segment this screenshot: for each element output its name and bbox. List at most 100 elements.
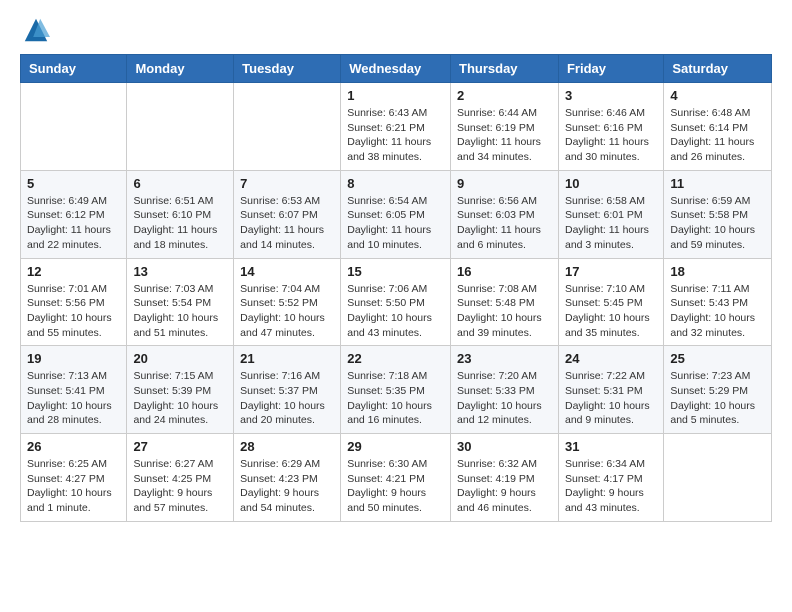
calendar-cell: 31 Sunrise: 6:34 AM Sunset: 4:17 PM Dayli…: [558, 434, 663, 522]
weekday-header: Saturday: [664, 55, 772, 83]
day-info: Sunrise: 6:43 AM Sunset: 6:21 PM Dayligh…: [347, 106, 444, 165]
calendar-cell: 13Sunrise: 7:03 AM Sunset: 5:54 PM Dayli…: [127, 258, 234, 346]
day-number: 28: [240, 439, 334, 454]
calendar-cell: 9 Sunrise: 6:56 AM Sunset: 6:03 PM Daylig…: [451, 170, 559, 258]
calendar-cell: 25 Sunrise: 7:23 AM Sunset: 5:29 PM Dayli…: [664, 346, 772, 434]
calendar-week-row: 19 Sunrise: 7:13 AM Sunset: 5:41 PM Dayli…: [21, 346, 772, 434]
day-info: Sunrise: 6:51 AM Sunset: 6:10 PM Dayligh…: [133, 194, 227, 253]
calendar-cell: 19 Sunrise: 7:13 AM Sunset: 5:41 PM Dayli…: [21, 346, 127, 434]
calendar-header-row: SundayMondayTuesdayWednesdayThursdayFrid…: [21, 55, 772, 83]
day-number: 9: [457, 176, 552, 191]
calendar-cell: 7Sunrise: 6:53 AM Sunset: 6:07 PM Daylig…: [234, 170, 341, 258]
calendar-cell: [127, 83, 234, 171]
day-info: Sunrise: 6:58 AM Sunset: 6:01 PM Dayligh…: [565, 194, 657, 253]
day-number: 24: [565, 351, 657, 366]
calendar-cell: 28 Sunrise: 6:29 AM Sunset: 4:23 PM Dayli…: [234, 434, 341, 522]
calendar-cell: [21, 83, 127, 171]
day-info: Sunrise: 7:08 AM Sunset: 5:48 PM Dayligh…: [457, 282, 552, 341]
calendar-cell: 21 Sunrise: 7:16 AM Sunset: 5:37 PM Dayli…: [234, 346, 341, 434]
day-info: Sunrise: 6:49 AM Sunset: 6:12 PM Dayligh…: [27, 194, 120, 253]
calendar-week-row: 12 Sunrise: 7:01 AM Sunset: 5:56 PM Dayli…: [21, 258, 772, 346]
day-number: 6: [133, 176, 227, 191]
day-info: Sunrise: 6:59 AM Sunset: 5:58 PM Dayligh…: [670, 194, 765, 253]
day-info: Sunrise: 7:01 AM Sunset: 5:56 PM Dayligh…: [27, 282, 120, 341]
day-number: 25: [670, 351, 765, 366]
calendar-cell: 10 Sunrise: 6:58 AM Sunset: 6:01 PM Dayli…: [558, 170, 663, 258]
calendar-cell: 23 Sunrise: 7:20 AM Sunset: 5:33 PM Dayli…: [451, 346, 559, 434]
day-number: 29: [347, 439, 444, 454]
day-info: Sunrise: 6:34 AM Sunset: 4:17 PM Dayligh…: [565, 457, 657, 516]
day-number: 14: [240, 264, 334, 279]
day-number: 10: [565, 176, 657, 191]
calendar-table: SundayMondayTuesdayWednesdayThursdayFrid…: [20, 54, 772, 522]
calendar-week-row: 5 Sunrise: 6:49 AM Sunset: 6:12 PM Daylig…: [21, 170, 772, 258]
calendar-cell: 15 Sunrise: 7:06 AM Sunset: 5:50 PM Dayli…: [341, 258, 451, 346]
day-number: 20: [133, 351, 227, 366]
day-info: Sunrise: 6:46 AM Sunset: 6:16 PM Dayligh…: [565, 106, 657, 165]
day-info: Sunrise: 7:04 AM Sunset: 5:52 PM Dayligh…: [240, 282, 334, 341]
calendar-cell: 6 Sunrise: 6:51 AM Sunset: 6:10 PM Daylig…: [127, 170, 234, 258]
calendar-cell: [234, 83, 341, 171]
day-info: Sunrise: 7:06 AM Sunset: 5:50 PM Dayligh…: [347, 282, 444, 341]
calendar-week-row: 1 Sunrise: 6:43 AM Sunset: 6:21 PM Daylig…: [21, 83, 772, 171]
day-number: 19: [27, 351, 120, 366]
calendar-week-row: 26Sunrise: 6:25 AM Sunset: 4:27 PM Dayli…: [21, 434, 772, 522]
calendar-cell: 22Sunrise: 7:18 AM Sunset: 5:35 PM Dayli…: [341, 346, 451, 434]
calendar-cell: 20Sunrise: 7:15 AM Sunset: 5:39 PM Dayli…: [127, 346, 234, 434]
day-info: Sunrise: 7:18 AM Sunset: 5:35 PM Dayligh…: [347, 369, 444, 428]
day-info: Sunrise: 6:44 AM Sunset: 6:19 PM Dayligh…: [457, 106, 552, 165]
day-info: Sunrise: 6:56 AM Sunset: 6:03 PM Dayligh…: [457, 194, 552, 253]
calendar-cell: 14 Sunrise: 7:04 AM Sunset: 5:52 PM Dayli…: [234, 258, 341, 346]
weekday-header: Thursday: [451, 55, 559, 83]
calendar-cell: 30 Sunrise: 6:32 AM Sunset: 4:19 PM Dayli…: [451, 434, 559, 522]
calendar-cell: 29Sunrise: 6:30 AM Sunset: 4:21 PM Dayli…: [341, 434, 451, 522]
day-info: Sunrise: 7:20 AM Sunset: 5:33 PM Dayligh…: [457, 369, 552, 428]
day-number: 11: [670, 176, 765, 191]
day-number: 5: [27, 176, 120, 191]
calendar-cell: 18Sunrise: 7:11 AM Sunset: 5:43 PM Dayli…: [664, 258, 772, 346]
day-number: 27: [133, 439, 227, 454]
day-info: Sunrise: 6:27 AM Sunset: 4:25 PM Dayligh…: [133, 457, 227, 516]
page: SundayMondayTuesdayWednesdayThursdayFrid…: [0, 0, 792, 538]
day-number: 31: [565, 439, 657, 454]
day-number: 3: [565, 88, 657, 103]
day-info: Sunrise: 7:22 AM Sunset: 5:31 PM Dayligh…: [565, 369, 657, 428]
calendar-cell: 1 Sunrise: 6:43 AM Sunset: 6:21 PM Daylig…: [341, 83, 451, 171]
calendar-cell: 11 Sunrise: 6:59 AM Sunset: 5:58 PM Dayli…: [664, 170, 772, 258]
calendar-cell: 8 Sunrise: 6:54 AM Sunset: 6:05 PM Daylig…: [341, 170, 451, 258]
day-number: 12: [27, 264, 120, 279]
day-number: 17: [565, 264, 657, 279]
day-info: Sunrise: 6:25 AM Sunset: 4:27 PM Dayligh…: [27, 457, 120, 516]
weekday-header: Monday: [127, 55, 234, 83]
day-number: 15: [347, 264, 444, 279]
day-number: 16: [457, 264, 552, 279]
calendar-cell: 4 Sunrise: 6:48 AM Sunset: 6:14 PM Daylig…: [664, 83, 772, 171]
day-number: 8: [347, 176, 444, 191]
logo-icon: [22, 16, 50, 44]
day-number: 4: [670, 88, 765, 103]
day-number: 23: [457, 351, 552, 366]
day-info: Sunrise: 7:16 AM Sunset: 5:37 PM Dayligh…: [240, 369, 334, 428]
day-number: 21: [240, 351, 334, 366]
day-info: Sunrise: 7:10 AM Sunset: 5:45 PM Dayligh…: [565, 282, 657, 341]
calendar-cell: 12 Sunrise: 7:01 AM Sunset: 5:56 PM Dayli…: [21, 258, 127, 346]
day-info: Sunrise: 6:32 AM Sunset: 4:19 PM Dayligh…: [457, 457, 552, 516]
day-number: 30: [457, 439, 552, 454]
day-info: Sunrise: 7:13 AM Sunset: 5:41 PM Dayligh…: [27, 369, 120, 428]
calendar-cell: 26Sunrise: 6:25 AM Sunset: 4:27 PM Dayli…: [21, 434, 127, 522]
calendar-cell: 5 Sunrise: 6:49 AM Sunset: 6:12 PM Daylig…: [21, 170, 127, 258]
day-number: 7: [240, 176, 334, 191]
day-info: Sunrise: 6:54 AM Sunset: 6:05 PM Dayligh…: [347, 194, 444, 253]
day-number: 2: [457, 88, 552, 103]
weekday-header: Wednesday: [341, 55, 451, 83]
calendar-cell: 2 Sunrise: 6:44 AM Sunset: 6:19 PM Daylig…: [451, 83, 559, 171]
day-info: Sunrise: 6:29 AM Sunset: 4:23 PM Dayligh…: [240, 457, 334, 516]
weekday-header: Sunday: [21, 55, 127, 83]
day-number: 13: [133, 264, 227, 279]
day-info: Sunrise: 6:48 AM Sunset: 6:14 PM Dayligh…: [670, 106, 765, 165]
calendar-cell: [664, 434, 772, 522]
day-number: 1: [347, 88, 444, 103]
day-info: Sunrise: 7:23 AM Sunset: 5:29 PM Dayligh…: [670, 369, 765, 428]
calendar-cell: 16 Sunrise: 7:08 AM Sunset: 5:48 PM Dayli…: [451, 258, 559, 346]
weekday-header: Friday: [558, 55, 663, 83]
